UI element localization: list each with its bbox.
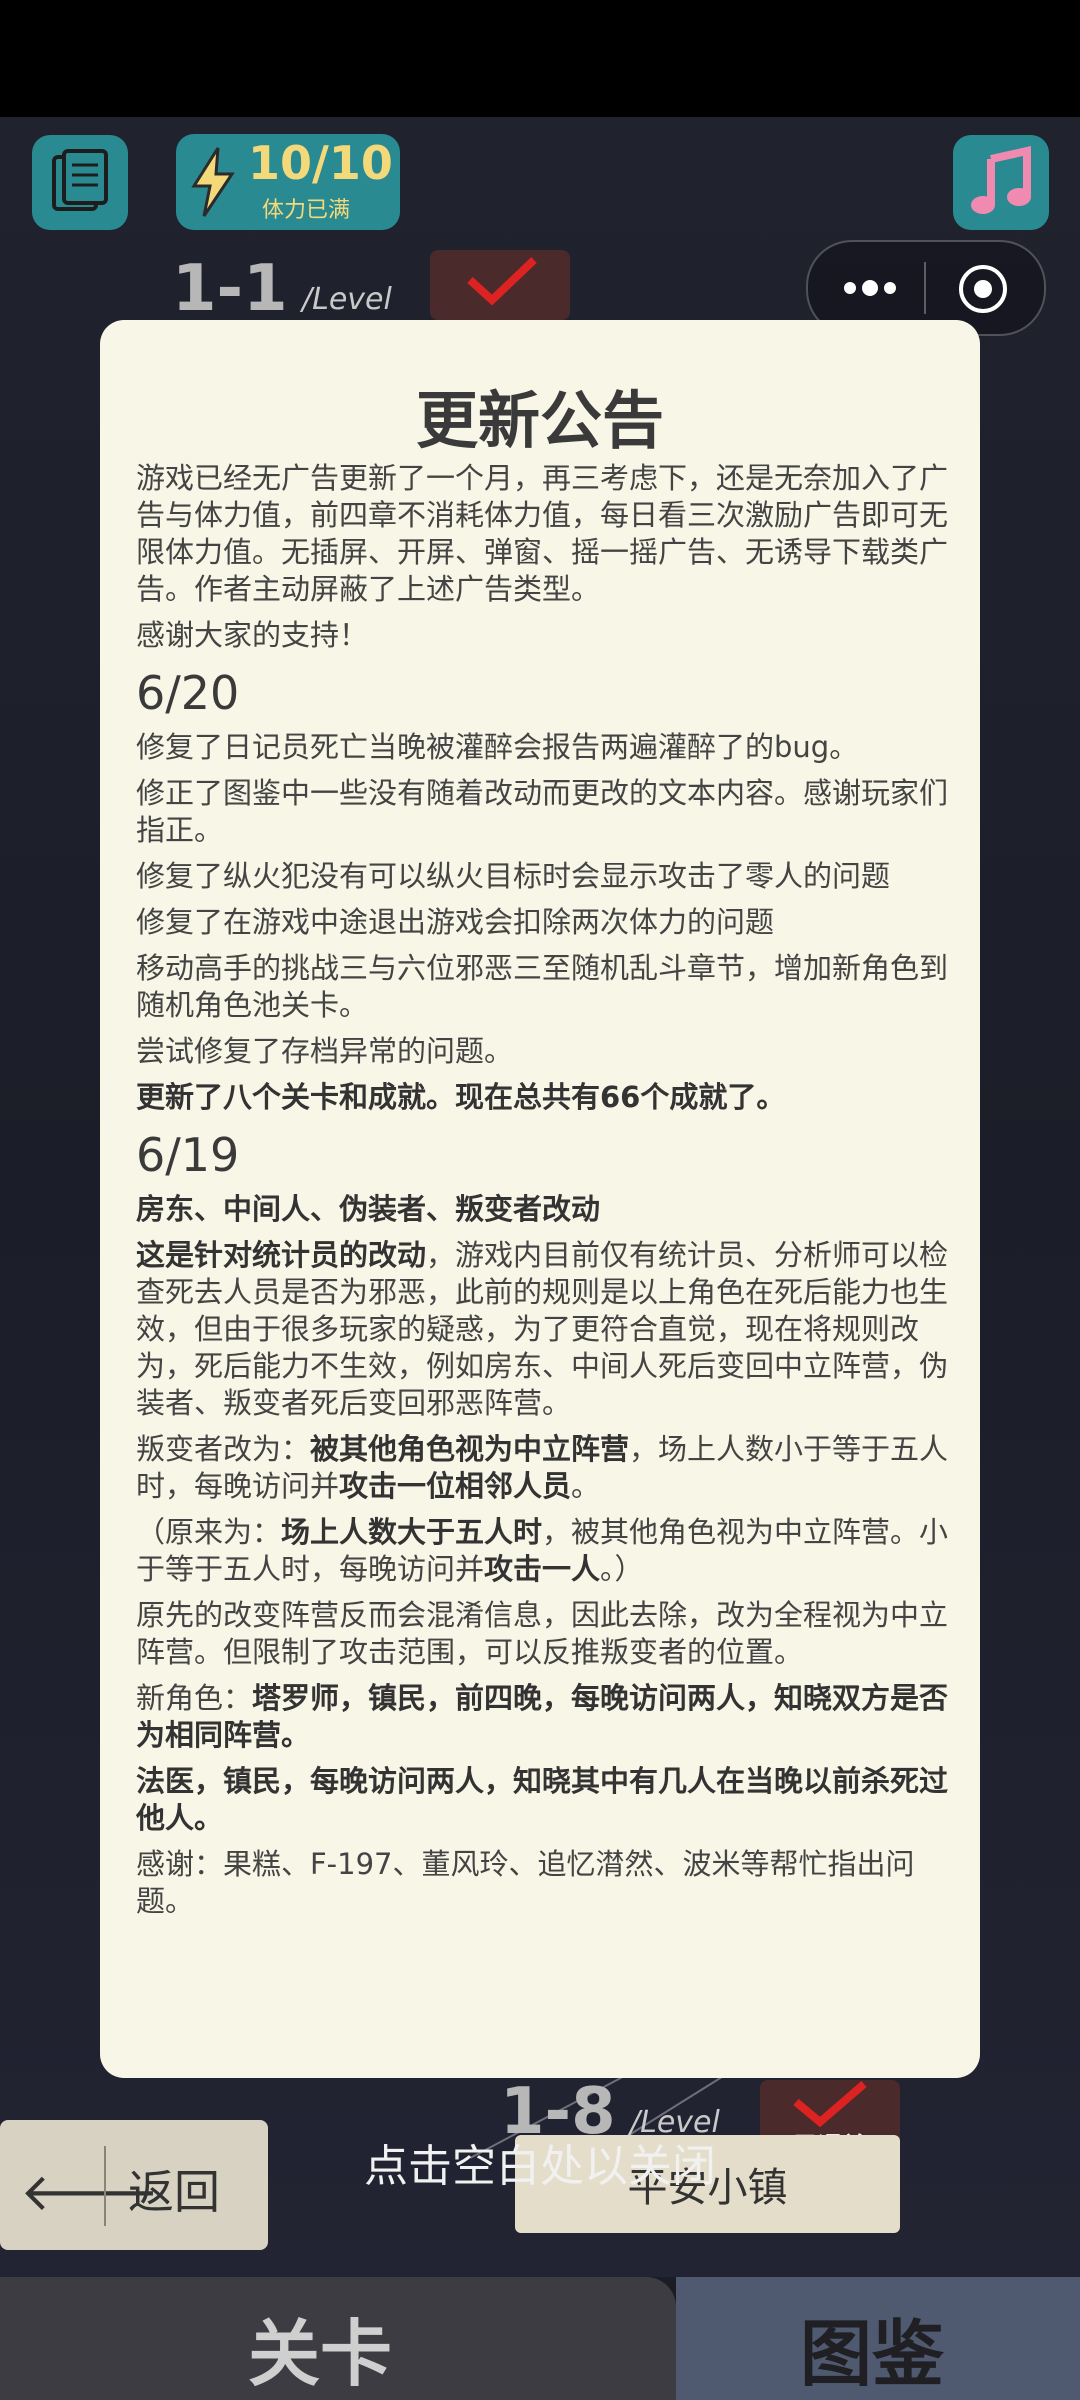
- changelog-item: 尝试修复了存档异常的问题。: [136, 1034, 514, 1068]
- changelog-item: 修复了在游戏中途退出游戏会扣除两次体力的问题: [136, 905, 775, 939]
- intro-text: 游戏已经无广告更新了一个月，再三考虑下，还是无奈加入了广告与体力值，前四章不消耗…: [136, 461, 949, 606]
- changelog-item: 移动高手的挑战三与六位邪恶三至随机乱斗章节，增加新角色到随机角色池关卡。: [136, 951, 949, 1022]
- changelog-paragraph: 原先的改变阵营反而会混淆信息，因此去除，改为全程视为中立阵营。但限制了攻击范围，…: [136, 1598, 949, 1669]
- more-icon[interactable]: [830, 268, 910, 308]
- status-bar: [0, 0, 1080, 117]
- energy-count: 10/10: [248, 136, 393, 190]
- section-date: 6/20: [136, 666, 240, 720]
- cleared-badge: [430, 250, 570, 320]
- tab-gallery-label: 图鉴: [800, 2312, 945, 2396]
- energy-status: 体力已满: [262, 198, 351, 223]
- changelog-paragraph: 新角色：塔罗师，镇民，前四晚，每晚访问两人，知晓双方是否为相同阵营。: [136, 1680, 952, 1754]
- bold-span: 塔罗师，镇民，前四晚，每晚访问两人，知晓双方是否为相同阵营。: [136, 1681, 949, 1752]
- level-number: 1-1: [172, 252, 288, 326]
- changelog-paragraph: 法医，镇民，每晚访问两人，知晓其中有几人在当晚以前杀死过他人。: [136, 1763, 952, 1837]
- changelog-item: 更新了八个关卡和成就。现在总共有66个成就了。: [136, 1079, 952, 1116]
- changelog-item-bold: 更新了八个关卡和成就。现在总共有66个成就了。: [136, 1080, 786, 1114]
- section-heading: 房东、中间人、伪装者、叛变者改动: [136, 1191, 952, 1228]
- modal-title: 更新公告: [415, 384, 664, 457]
- changelog-paragraph: 感谢：果糕、F-197、董风玲、追忆潸然、波米等帮忙指出问题。: [136, 1847, 915, 1918]
- energy-button[interactable]: 10/10 体力已满: [176, 134, 400, 230]
- changelog-paragraph: （原来为：场上人数大于五人时，被其他角色视为中立阵营。小于等于五人时，每晚访问并…: [136, 1514, 952, 1588]
- bold-span: 这是针对统计员的改动: [136, 1238, 427, 1272]
- tab-levels-label: 关卡: [248, 2312, 393, 2396]
- update-notice-modal: 更新公告 游戏已经无广告更新了一个月，再三考虑下，还是无奈加入了广告与体力值，前…: [100, 320, 980, 2078]
- bold-span: 被其他角色视为中立阵营: [310, 1432, 630, 1466]
- thanks-text: 感谢大家的支持！: [136, 618, 369, 652]
- text-span: 新角色：: [136, 1681, 253, 1715]
- level-suffix: /Level: [302, 282, 392, 317]
- changelog-item: 修正了图鉴中一些没有随着改动而更改的文本内容。感谢玩家们指正。: [136, 776, 949, 847]
- tab-levels[interactable]: 关卡: [0, 2277, 676, 2400]
- section-date: 6/19: [136, 1128, 240, 1182]
- modal-body: 游戏已经无广告更新了一个月，再三考虑下，还是无奈加入了广告与体力值，前四章不消耗…: [136, 460, 952, 1929]
- close-hint: 点击空白处以关闭: [364, 2141, 716, 2192]
- bold-span: 攻击一人: [484, 1552, 601, 1586]
- music-note-icon: [971, 146, 1031, 214]
- music-button[interactable]: [953, 135, 1049, 230]
- lightning-icon: [191, 147, 235, 217]
- bold-span: 攻击一位相邻人员: [339, 1469, 572, 1503]
- checkmark-icon: [467, 257, 537, 306]
- changelog-item: 修复了纵火犯没有可以纵火目标时会显示攻击了零人的问题: [136, 859, 891, 893]
- close-target-icon[interactable]: [956, 262, 1010, 316]
- tab-gallery[interactable]: 图鉴: [676, 2277, 1080, 2400]
- tab-bar: 关卡 图鉴: [0, 2277, 1080, 2400]
- text-span: 叛变者改为：: [136, 1432, 311, 1466]
- changelog-paragraph: 叛变者改为：被其他角色视为中立阵营，场上人数小于等于五人时，每晚访问并攻击一位相…: [136, 1431, 952, 1505]
- text-span: 。: [571, 1469, 601, 1503]
- changelog-item: 修复了日记员死亡当晚被灌醉会报告两遍灌醉了的bug。: [136, 730, 859, 764]
- bold-span: 法医，镇民，每晚访问两人，知晓其中有几人在当晚以前杀死过他人。: [136, 1764, 949, 1835]
- changelog-paragraph: 这是针对统计员的改动，游戏内目前仅有统计员、分析师可以检查死去人员是否为邪恶，此…: [136, 1237, 952, 1422]
- document-icon: [52, 149, 108, 211]
- section-heading-text: 房东、中间人、伪装者、叛变者改动: [136, 1192, 601, 1226]
- capsule-divider: [924, 262, 926, 314]
- notes-button[interactable]: [32, 135, 128, 230]
- text-span: 。）: [600, 1552, 644, 1586]
- bold-span: 场上人数大于五人时: [281, 1515, 543, 1549]
- text-span: （原来为：: [136, 1515, 282, 1549]
